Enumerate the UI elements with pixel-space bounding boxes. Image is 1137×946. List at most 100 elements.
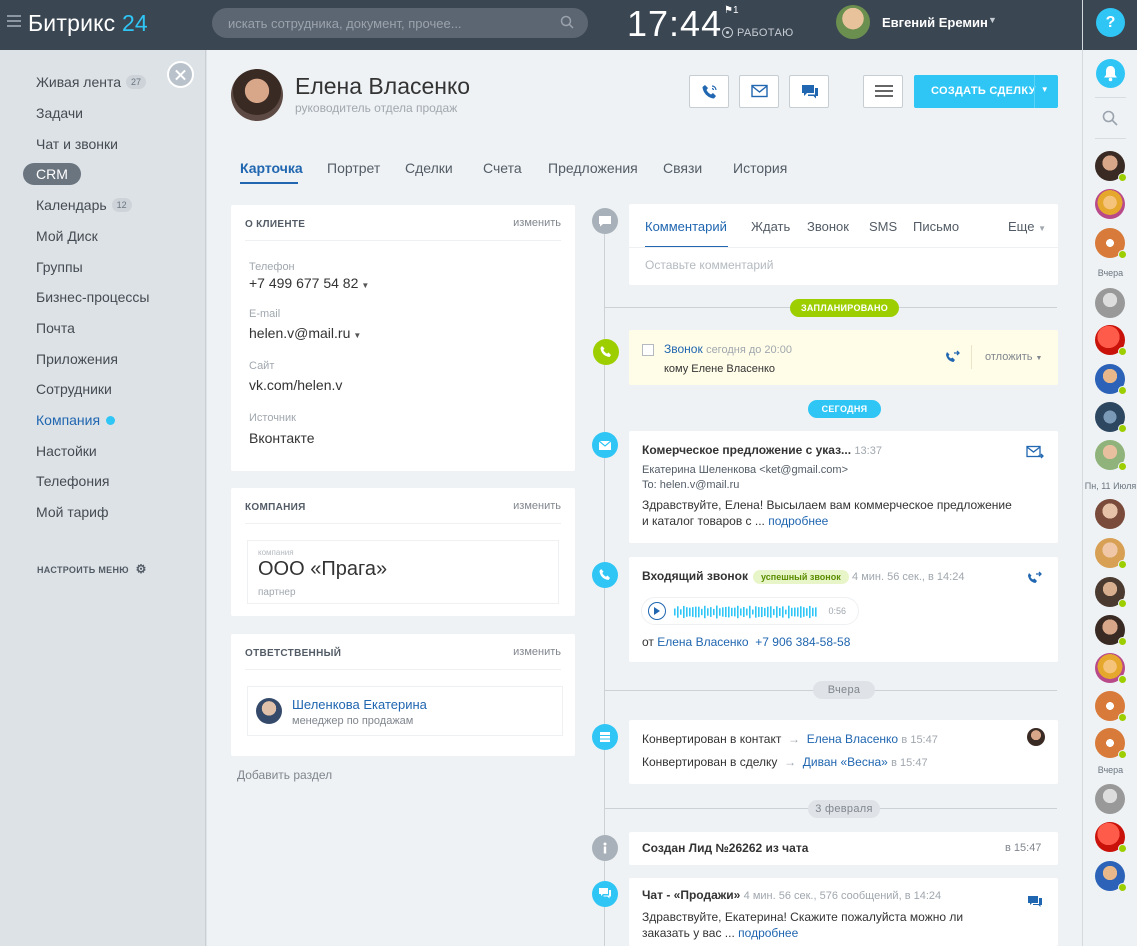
menu-item-crm[interactable]: CRM bbox=[23, 163, 81, 185]
menu-toggle-icon[interactable] bbox=[7, 15, 21, 29]
menu-item-bizproc[interactable]: Бизнес-процессы bbox=[36, 289, 149, 305]
chat-avatar[interactable] bbox=[1095, 615, 1127, 646]
search-icon[interactable] bbox=[560, 15, 574, 29]
add-section-link[interactable]: Добавить раздел bbox=[237, 768, 332, 782]
chevron-down-icon[interactable]: ▼ bbox=[1041, 85, 1049, 94]
chat-avatar[interactable] bbox=[1095, 325, 1127, 356]
tab-links[interactable]: Связи bbox=[663, 160, 702, 176]
menu-item-employees[interactable]: Сотрудники bbox=[36, 381, 112, 397]
done-checkbox[interactable] bbox=[642, 344, 654, 356]
tab-call[interactable]: Звонок bbox=[807, 219, 849, 234]
edit-responsible-link[interactable]: изменить bbox=[513, 646, 561, 658]
chat-avatar[interactable] bbox=[1095, 402, 1127, 433]
menu-button[interactable] bbox=[863, 75, 903, 108]
caller-phone[interactable]: +7 906 384-58-58 bbox=[755, 635, 850, 649]
edit-client-link[interactable]: изменить bbox=[513, 217, 561, 229]
comment-input[interactable]: Оставьте комментарий bbox=[645, 258, 773, 272]
postpone-button[interactable]: отложить ▼ bbox=[985, 351, 1042, 363]
email-value[interactable]: helen.v@mail.ru ▼ bbox=[249, 325, 361, 341]
play-icon[interactable] bbox=[648, 602, 666, 620]
chat-avatar[interactable] bbox=[1095, 538, 1127, 569]
lead-item[interactable]: Создан Лид №26262 из чата в 15:47 bbox=[629, 832, 1058, 865]
email-reply-icon[interactable] bbox=[1026, 445, 1044, 460]
menu-item-apps[interactable]: Приложения bbox=[36, 351, 118, 367]
logo[interactable]: Битрикс 24 bbox=[28, 10, 148, 37]
tab-wait[interactable]: Ждать bbox=[751, 219, 790, 234]
incoming-call-item[interactable]: Входящий звонок успешный звонок 4 мин. 56… bbox=[629, 557, 1058, 662]
chat-button[interactable] bbox=[789, 75, 829, 108]
menu-item-groups[interactable]: Группы bbox=[36, 259, 83, 275]
responsible-card[interactable]: Шеленкова Екатерина менеджер по продажам bbox=[247, 686, 563, 736]
tab-comment[interactable]: Комментарий bbox=[645, 219, 727, 234]
audio-player[interactable]: 0:56 bbox=[641, 597, 859, 625]
chat-avatar[interactable] bbox=[1095, 577, 1127, 608]
chat-avatar[interactable] bbox=[1095, 499, 1125, 529]
user-avatar[interactable] bbox=[836, 5, 870, 39]
menu-item-settings[interactable]: Настойки bbox=[36, 443, 97, 459]
menu-item-feed[interactable]: Живая лента 27 bbox=[36, 74, 147, 90]
edit-company-link[interactable]: изменить bbox=[513, 500, 561, 512]
convert-target-link[interactable]: Елена Власенко bbox=[807, 732, 898, 746]
menu-item-tariff[interactable]: Мой тариф bbox=[36, 504, 108, 520]
chat-avatar[interactable] bbox=[1095, 440, 1127, 471]
flag-icon[interactable]: ⚑1 bbox=[724, 5, 739, 16]
notifications-button[interactable] bbox=[1096, 59, 1125, 88]
caller-name[interactable]: Елена Власенко bbox=[657, 635, 748, 649]
tab-deals[interactable]: Сделки bbox=[405, 160, 453, 176]
menu-item-tasks[interactable]: Задачи bbox=[36, 105, 83, 121]
tab-more[interactable]: Еще ▼ bbox=[1008, 219, 1046, 234]
tab-proposals[interactable]: Предложения bbox=[548, 160, 638, 176]
company-card[interactable]: компания ООО «Прага» партнер bbox=[247, 540, 559, 604]
chat-avatar[interactable] bbox=[1095, 691, 1127, 722]
chat-avatar[interactable] bbox=[1095, 151, 1127, 182]
email-button[interactable] bbox=[739, 75, 779, 108]
waveform[interactable] bbox=[674, 604, 824, 620]
menu-item-mail[interactable]: Почта bbox=[36, 320, 75, 336]
chat-more-link[interactable]: подробнее bbox=[738, 926, 798, 940]
configure-menu-button[interactable]: НАСТРОИТЬ МЕНЮ ⚙ bbox=[37, 562, 147, 576]
chevron-down-icon[interactable]: ▼ bbox=[988, 15, 997, 25]
user-name[interactable]: Евгений Еремин bbox=[882, 15, 988, 30]
email-item[interactable]: Комерческое предложение с указ... 13:37 … bbox=[629, 431, 1058, 543]
chat-avatar[interactable] bbox=[1095, 728, 1127, 759]
tab-portrait[interactable]: Портрет bbox=[327, 160, 380, 176]
help-button[interactable]: ? bbox=[1096, 8, 1125, 37]
call-arrow-icon[interactable] bbox=[945, 350, 960, 364]
work-status-button[interactable]: РАБОТАЮ bbox=[722, 27, 794, 39]
chat-avatar[interactable] bbox=[1095, 189, 1125, 219]
menu-item-chat[interactable]: Чат и звонки bbox=[36, 136, 118, 152]
chat-avatar[interactable] bbox=[1095, 228, 1127, 259]
menu-item-calendar[interactable]: Календарь 12 bbox=[36, 197, 132, 213]
email-more-link[interactable]: подробнее bbox=[768, 514, 828, 528]
email-title[interactable]: Комерческое предложение с указ... bbox=[642, 443, 851, 457]
tab-history[interactable]: История bbox=[733, 160, 787, 176]
create-deal-button[interactable]: СОЗДАТЬ СДЕЛКУ ▼ bbox=[914, 75, 1058, 108]
chat-item[interactable]: Чат - «Продажи» 4 мин. 56 сек., 576 сооб… bbox=[629, 878, 1058, 946]
phone-value[interactable]: +7 499 677 54 82 ▼ bbox=[249, 275, 369, 291]
chat-avatar[interactable] bbox=[1095, 653, 1127, 684]
tab-letter[interactable]: Письмо bbox=[913, 219, 959, 234]
planned-call-title[interactable]: Звонок bbox=[664, 342, 703, 356]
email-body-line1: Здравствуйте, Елена! Высылаем вам коммер… bbox=[642, 498, 1012, 512]
call-arrow-icon[interactable] bbox=[1027, 571, 1042, 585]
tab-card[interactable]: Карточка bbox=[240, 160, 303, 176]
search-icon[interactable] bbox=[1102, 110, 1118, 126]
search-input[interactable]: искать сотрудника, документ, прочее... bbox=[212, 8, 588, 38]
chat-avatar[interactable] bbox=[1095, 861, 1127, 892]
chat-avatar[interactable] bbox=[1095, 784, 1125, 814]
menu-item-telephony[interactable]: Телефония bbox=[36, 473, 109, 489]
call-button[interactable] bbox=[689, 75, 729, 108]
tab-sms[interactable]: SMS bbox=[869, 219, 897, 234]
site-value[interactable]: vk.com/helen.v bbox=[249, 377, 342, 393]
chat-avatar[interactable] bbox=[1095, 364, 1127, 395]
tab-invoices[interactable]: Счета bbox=[483, 160, 522, 176]
close-button[interactable] bbox=[167, 61, 194, 88]
chat-avatar[interactable] bbox=[1095, 822, 1127, 853]
convert-target-link[interactable]: Диван «Весна» bbox=[803, 755, 888, 769]
responsible-name[interactable]: Шеленкова Екатерина bbox=[292, 697, 427, 712]
chat-icon[interactable] bbox=[1027, 895, 1043, 909]
menu-item-company[interactable]: Компания bbox=[36, 412, 116, 428]
chat-avatar[interactable] bbox=[1095, 288, 1125, 318]
avatar[interactable] bbox=[1027, 728, 1045, 746]
menu-item-disk[interactable]: Мой Диск bbox=[36, 228, 98, 244]
